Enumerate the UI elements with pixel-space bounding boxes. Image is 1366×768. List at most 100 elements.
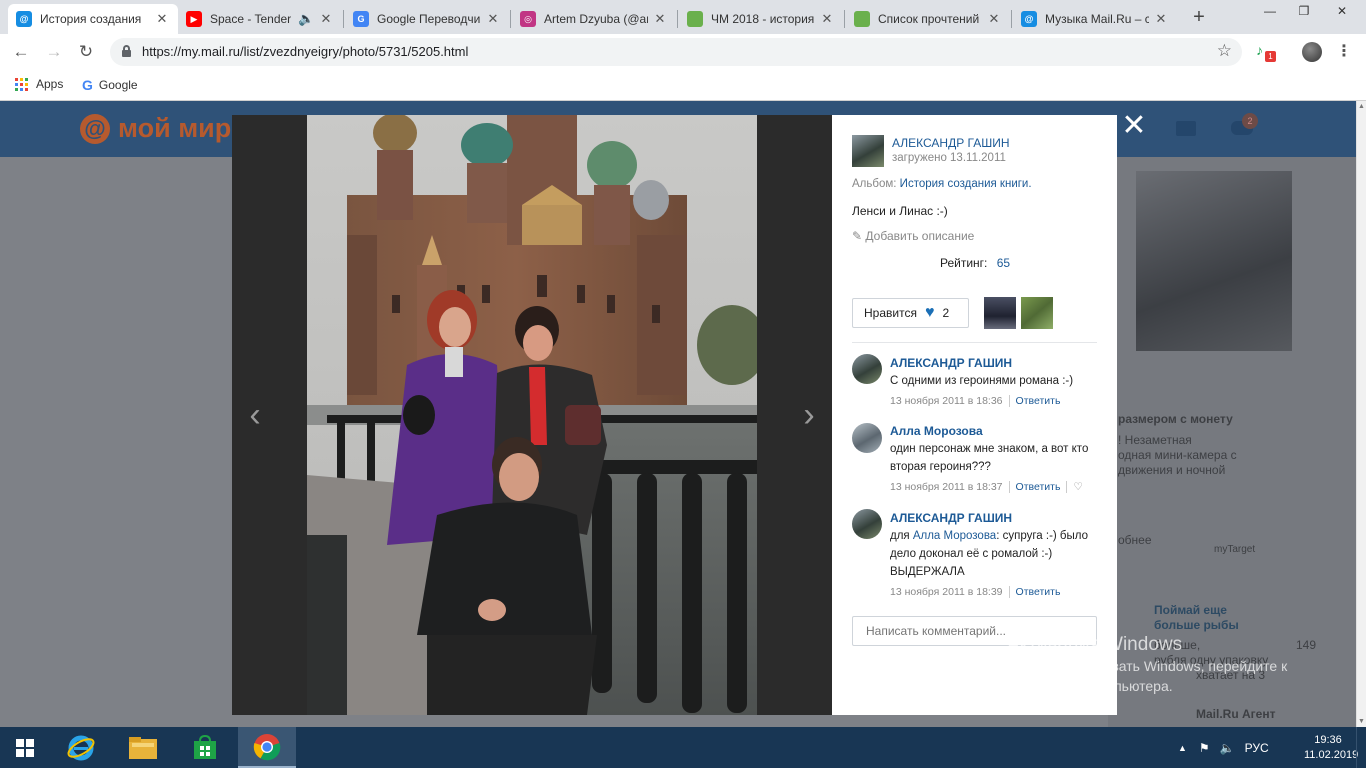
reply-link[interactable]: Ответить (1008, 586, 1061, 598)
forward-icon[interactable]: → (42, 40, 66, 64)
audio-icon[interactable]: 🔈 (298, 11, 314, 27)
liker-avatar[interactable] (984, 297, 1016, 329)
heart-icon: ♥ (924, 304, 935, 321)
comment-mention[interactable]: Алла Морозова (913, 530, 996, 542)
tab-google-translate[interactable]: G Google Переводчик ✕ (345, 4, 509, 34)
ad-line: движения и ночной (1118, 463, 1226, 477)
chrome-icon[interactable] (238, 727, 296, 768)
extension-icon[interactable]: ♪ 1 (1256, 42, 1276, 62)
close-tab-icon[interactable]: ✕ (986, 11, 1002, 27)
comment-author[interactable]: АЛЕКСАНДР ГАШИН (890, 511, 1012, 525)
scroll-down-icon[interactable]: ▼ (1358, 718, 1365, 725)
windows-start-icon[interactable] (0, 727, 50, 768)
commenter-avatar[interactable] (852, 509, 882, 539)
games-badge: 2 (1242, 113, 1258, 129)
close-window-button[interactable]: ✕ (1326, 0, 1358, 24)
bookmark-google[interactable]: G Google (82, 77, 138, 93)
author-avatar[interactable] (852, 135, 884, 167)
next-photo-arrow[interactable]: › (794, 395, 824, 435)
tab-reading-list[interactable]: Список прочтений ✕ (846, 4, 1010, 34)
tab-music[interactable]: @ Музыка Mail.Ru – с ✕ (1013, 4, 1177, 34)
photo-info-panel: АЛЕКСАНДР ГАШИН загружено 13.11.2011 Аль… (832, 115, 1117, 715)
back-icon[interactable]: ← (9, 40, 33, 64)
rating-label: Рейтинг: (940, 256, 988, 270)
photo-image[interactable] (307, 115, 757, 715)
close-tab-icon[interactable]: ✕ (652, 11, 668, 27)
address-bar[interactable]: https://my.mail.ru/list/zvezdnyeigry/pho… (110, 38, 1242, 66)
chrome-logo-icon (253, 733, 281, 760)
ie-logo-icon (67, 735, 95, 760)
promo-line: 149 (1296, 638, 1317, 652)
green-square-icon (687, 11, 703, 27)
close-icon[interactable]: ✕ (1121, 111, 1147, 141)
close-tab-icon[interactable]: ✕ (819, 11, 835, 27)
close-tab-icon[interactable]: ✕ (485, 11, 501, 27)
reload-icon[interactable]: ↻ (74, 40, 98, 64)
comment-author[interactable]: Алла Морозова (890, 424, 983, 438)
menu-icon[interactable]: ⋮ (1336, 41, 1352, 61)
show-desktop-button[interactable] (1356, 727, 1366, 768)
at-logo-icon: @ (80, 113, 110, 144)
system-clock[interactable]: 19:36 11.02.2019 (1304, 733, 1359, 763)
language-indicator[interactable]: РУС (1245, 741, 1269, 755)
clock-date: 11.02.2019 (1304, 749, 1359, 761)
ad-line: одная мини-камера с (1118, 448, 1237, 462)
bookmark-apps[interactable]: Apps (15, 77, 63, 91)
action-center-flag-icon[interactable]: ⚑ (1199, 741, 1210, 755)
clock-time: 19:36 (1314, 734, 1342, 746)
previous-photo-arrow[interactable]: ‹ (240, 395, 270, 435)
watermark-line: Чтобы активировать Windows, перейдите к (1007, 658, 1288, 674)
tab-youtube[interactable]: ▶ Space - Tender 🔈 ✕ (178, 4, 342, 34)
add-description-link[interactable]: ✎ Добавить описание (852, 229, 974, 243)
photo-area: ‹ › (232, 115, 832, 715)
minimize-button[interactable]: — (1254, 0, 1286, 24)
rating-value[interactable]: 65 (997, 256, 1010, 270)
internet-explorer-icon[interactable] (52, 727, 110, 768)
profile-avatar[interactable] (1302, 42, 1322, 62)
volume-icon[interactable]: 🔈 (1220, 741, 1235, 755)
file-explorer-icon[interactable] (114, 727, 172, 768)
comment-meta: 13 ноября 2011 в 18:39 Ответить (890, 586, 1061, 598)
comment-author[interactable]: АЛЕКСАНДР ГАШИН (890, 356, 1012, 370)
tray-expand-icon[interactable]: ▲ (1178, 743, 1187, 753)
author-name[interactable]: АЛЕКСАНДР ГАШИН (892, 136, 1010, 150)
messages-icon[interactable] (1176, 121, 1196, 136)
ad-image[interactable] (1136, 171, 1292, 351)
ad-heading[interactable]: размером с монету (1118, 412, 1233, 427)
close-tab-icon[interactable]: ✕ (154, 11, 170, 27)
album-link[interactable]: История создания книги. (900, 178, 1032, 190)
tab-instagram[interactable]: ◎ Artem Dzyuba (@ar ✕ (512, 4, 676, 34)
bookmarks-bar: Apps G Google (0, 70, 1366, 101)
like-button[interactable]: Нравится ♥ 2 (852, 298, 969, 328)
bookmark-star-icon[interactable]: ☆ (1217, 41, 1232, 61)
promo-title-line[interactable]: Поймай еще (1154, 603, 1227, 618)
folder-icon (129, 736, 157, 759)
close-tab-icon[interactable]: ✕ (1153, 11, 1169, 27)
tab-history[interactable]: @ История создания ✕ (8, 4, 178, 34)
rating-row: Рейтинг: 65 (940, 256, 1010, 270)
scroll-up-icon[interactable]: ▲ (1358, 103, 1365, 110)
promo-title-line[interactable]: больше рыбы (1154, 618, 1239, 633)
watermark-title: Активация Windows (1007, 634, 1183, 655)
liker-avatar[interactable] (1021, 297, 1053, 329)
commenter-avatar[interactable] (852, 423, 882, 453)
reply-link[interactable]: Ответить (1008, 395, 1061, 407)
windows-store-icon[interactable] (176, 727, 234, 768)
new-tab-button[interactable]: + (1186, 5, 1212, 31)
comment-like-icon[interactable]: ♡ (1066, 481, 1083, 493)
site-logo[interactable]: @ мой мир (80, 113, 231, 144)
url-text[interactable]: https://my.mail.ru/list/zvezdnyeigry/pho… (142, 44, 468, 59)
watermark-line: параметрам компьютера. (1007, 678, 1173, 694)
tab-bar: @ История создания ✕ ▶ Space - Tender 🔈 … (0, 0, 1366, 34)
ad-more-button[interactable]: обнее (1118, 533, 1152, 548)
close-tab-icon[interactable]: ✕ (318, 11, 334, 27)
extension-badge: 1 (1265, 51, 1276, 62)
commenter-avatar[interactable] (852, 354, 882, 384)
tab-separator (1011, 10, 1012, 28)
page-scrollbar[interactable]: ▲ ▼ (1356, 101, 1366, 727)
tab-wc2018[interactable]: ЧМ 2018 - история ✕ (679, 4, 843, 34)
maximize-button[interactable]: ❐ (1288, 0, 1320, 24)
photo-viewer-modal: ‹ › АЛЕКСАНДР ГАШИН загружено 13.11.2011… (232, 115, 1117, 715)
reply-link[interactable]: Ответить (1008, 481, 1061, 493)
agent-label[interactable]: Mail.Ru Агент (1196, 707, 1275, 722)
